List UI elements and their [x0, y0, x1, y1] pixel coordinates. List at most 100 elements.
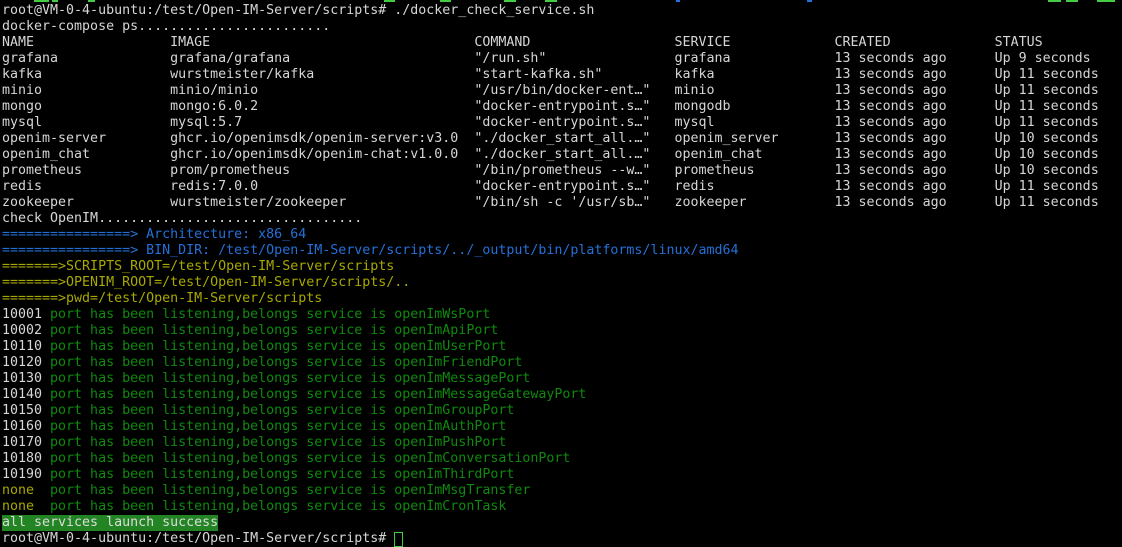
- cell-command: "docker-entrypoint.s…": [474, 99, 674, 115]
- cutoff-fragment: [1066, 0, 1078, 2]
- port-message: port has been listening,belongs service …: [50, 499, 394, 515]
- port-line: 10170port has been listening,belongs ser…: [2, 435, 1122, 451]
- cell-name: openim_chat: [2, 147, 170, 163]
- cell-image: redis:7.0.0: [170, 179, 474, 195]
- port-service: openImUserPort: [394, 339, 506, 355]
- cell-command: "./docker_start_all.…": [474, 147, 674, 163]
- cutoff-fragment: [384, 0, 395, 2]
- check-openim-line: check OpenIM............................…: [2, 211, 1122, 227]
- port-service: openImMessagePort: [394, 371, 530, 387]
- port-line: 10120port has been listening,belongs ser…: [2, 355, 1122, 371]
- terminal-output: root@VM-0-4-ubuntu:/test/Open-IM-Server/…: [2, 3, 1122, 547]
- terminal[interactable]: root@VM-0-4-ubuntu:/test/Open-IM-Server/…: [0, 0, 1122, 542]
- cell-created: 13 seconds ago: [835, 83, 995, 99]
- table-row: grafanagrafana/grafana"/run.sh"grafana13…: [2, 51, 1122, 67]
- cutoff-fragment: [1048, 0, 1061, 2]
- info-line-bindir: ================> BIN_DIR: /test/Open-IM…: [2, 243, 1122, 259]
- port-number: 10120: [2, 355, 50, 371]
- cell-image: prom/prometheus: [170, 163, 474, 179]
- cell-status: Up 10 seconds: [995, 147, 1099, 163]
- env-line-scripts-root: =======>SCRIPTS_ROOT=/test/Open-IM-Serve…: [2, 259, 1122, 275]
- cell-status: Up 11 seconds: [995, 195, 1099, 211]
- port-line: 10160port has been listening,belongs ser…: [2, 419, 1122, 435]
- cell-service: mysql: [674, 115, 834, 131]
- cell-name: zookeeper: [2, 195, 170, 211]
- cell-service: grafana: [674, 51, 834, 67]
- cutoff-fragment: [545, 0, 557, 2]
- port-number: 10190: [2, 467, 50, 483]
- success-text: all services launch success: [2, 515, 218, 531]
- cell-name: mongo: [2, 99, 170, 115]
- cell-status: Up 10 seconds: [995, 131, 1099, 147]
- pwd-text: =======>pwd=/test/Open-IM-Server/scripts: [2, 291, 322, 307]
- table-row: kafkawurstmeister/kafka"start-kafka.sh"k…: [2, 67, 1122, 83]
- cutoff-fragment: [1097, 0, 1115, 2]
- table-row: miniominio/minio"/usr/bin/docker-ent…"mi…: [2, 83, 1122, 99]
- cell-command: "start-kafka.sh": [474, 67, 674, 83]
- port-message: port has been listening,belongs service …: [50, 483, 394, 499]
- port-service: openImGroupPort: [394, 403, 514, 419]
- cell-service: prometheus: [674, 163, 834, 179]
- cutoff-fragment: [504, 0, 516, 2]
- shell-command: ./docker_check_service.sh: [394, 3, 594, 19]
- port-number: 10130: [2, 371, 50, 387]
- success-line: all services launch success: [2, 515, 1122, 531]
- table-header-row: NAMEIMAGECOMMANDSERVICECREATEDSTATUS: [2, 35, 1122, 51]
- port-line: 10110port has been listening,belongs ser…: [2, 339, 1122, 355]
- scripts-root-text: =======>SCRIPTS_ROOT=/test/Open-IM-Serve…: [2, 259, 394, 275]
- shell-prompt: root@VM-0-4-ubuntu:/test/Open-IM-Server/…: [2, 531, 386, 547]
- port-number: none: [2, 483, 50, 499]
- cell-command: "/usr/bin/docker-ent…": [474, 83, 674, 99]
- port-line: 10002port has been listening,belongs ser…: [2, 323, 1122, 339]
- cell-service: openim_server: [674, 131, 834, 147]
- port-line: noneport has been listening,belongs serv…: [2, 483, 1122, 499]
- cell-image: mongo:6.0.2: [170, 99, 474, 115]
- table-row: openim-serverghcr.io/openimsdk/openim-se…: [2, 131, 1122, 147]
- cell-status: Up 11 seconds: [995, 115, 1099, 131]
- cell-image: minio/minio: [170, 83, 474, 99]
- port-number: 10150: [2, 403, 50, 419]
- cell-name: prometheus: [2, 163, 170, 179]
- port-line: 10001port has been listening,belongs ser…: [2, 307, 1122, 323]
- col-header-image: IMAGE: [170, 35, 474, 51]
- port-service: openImCronTask: [394, 499, 506, 515]
- cutoff-fragment: [34, 0, 49, 2]
- port-message: port has been listening,belongs service …: [50, 403, 394, 419]
- port-message: port has been listening,belongs service …: [50, 467, 394, 483]
- cell-image: wurstmeister/zookeeper: [170, 195, 474, 211]
- env-line-openim-root: =======>OPENIM_ROOT=/test/Open-IM-Server…: [2, 275, 1122, 291]
- cell-service: openim_chat: [674, 147, 834, 163]
- port-line: 10190port has been listening,belongs ser…: [2, 467, 1122, 483]
- cell-status: Up 11 seconds: [995, 179, 1099, 195]
- cell-status: Up 11 seconds: [995, 83, 1099, 99]
- terminal-cursor[interactable]: [394, 532, 403, 547]
- cell-status: Up 10 seconds: [995, 163, 1099, 179]
- cell-command: "docker-entrypoint.s…": [474, 179, 674, 195]
- port-service: openImMsgTransfer: [394, 483, 530, 499]
- cell-name: mysql: [2, 115, 170, 131]
- cell-image: wurstmeister/kafka: [170, 67, 474, 83]
- prompt-line-final: root@VM-0-4-ubuntu:/test/Open-IM-Server/…: [2, 531, 1122, 547]
- col-header-created: CREATED: [835, 35, 995, 51]
- port-service: openImWsPort: [394, 307, 490, 323]
- port-message: port has been listening,belongs service …: [50, 435, 394, 451]
- cell-image: grafana/grafana: [170, 51, 474, 67]
- port-message: port has been listening,belongs service …: [50, 307, 394, 323]
- cell-created: 13 seconds ago: [835, 195, 995, 211]
- check-openim-text: check OpenIM............................…: [2, 211, 362, 227]
- compose-status-text: docker-compose ps.......................…: [2, 19, 330, 35]
- port-number: 10001: [2, 307, 50, 323]
- openim-root-text: =======>OPENIM_ROOT=/test/Open-IM-Server…: [2, 275, 410, 291]
- port-number: none: [2, 499, 50, 515]
- port-message: port has been listening,belongs service …: [50, 371, 394, 387]
- cell-name: openim-server: [2, 131, 170, 147]
- shell-prompt: root@VM-0-4-ubuntu:/test/Open-IM-Server/…: [2, 3, 386, 19]
- cell-command: "/bin/prometheus --w…": [474, 163, 674, 179]
- port-message: port has been listening,belongs service …: [50, 355, 394, 371]
- env-line-pwd: =======>pwd=/test/Open-IM-Server/scripts: [2, 291, 1122, 307]
- architecture-text: ================> Architecture: x86_64: [2, 227, 306, 243]
- cell-created: 13 seconds ago: [835, 147, 995, 163]
- cell-created: 13 seconds ago: [835, 163, 995, 179]
- port-number: 10170: [2, 435, 50, 451]
- port-line: 10150port has been listening,belongs ser…: [2, 403, 1122, 419]
